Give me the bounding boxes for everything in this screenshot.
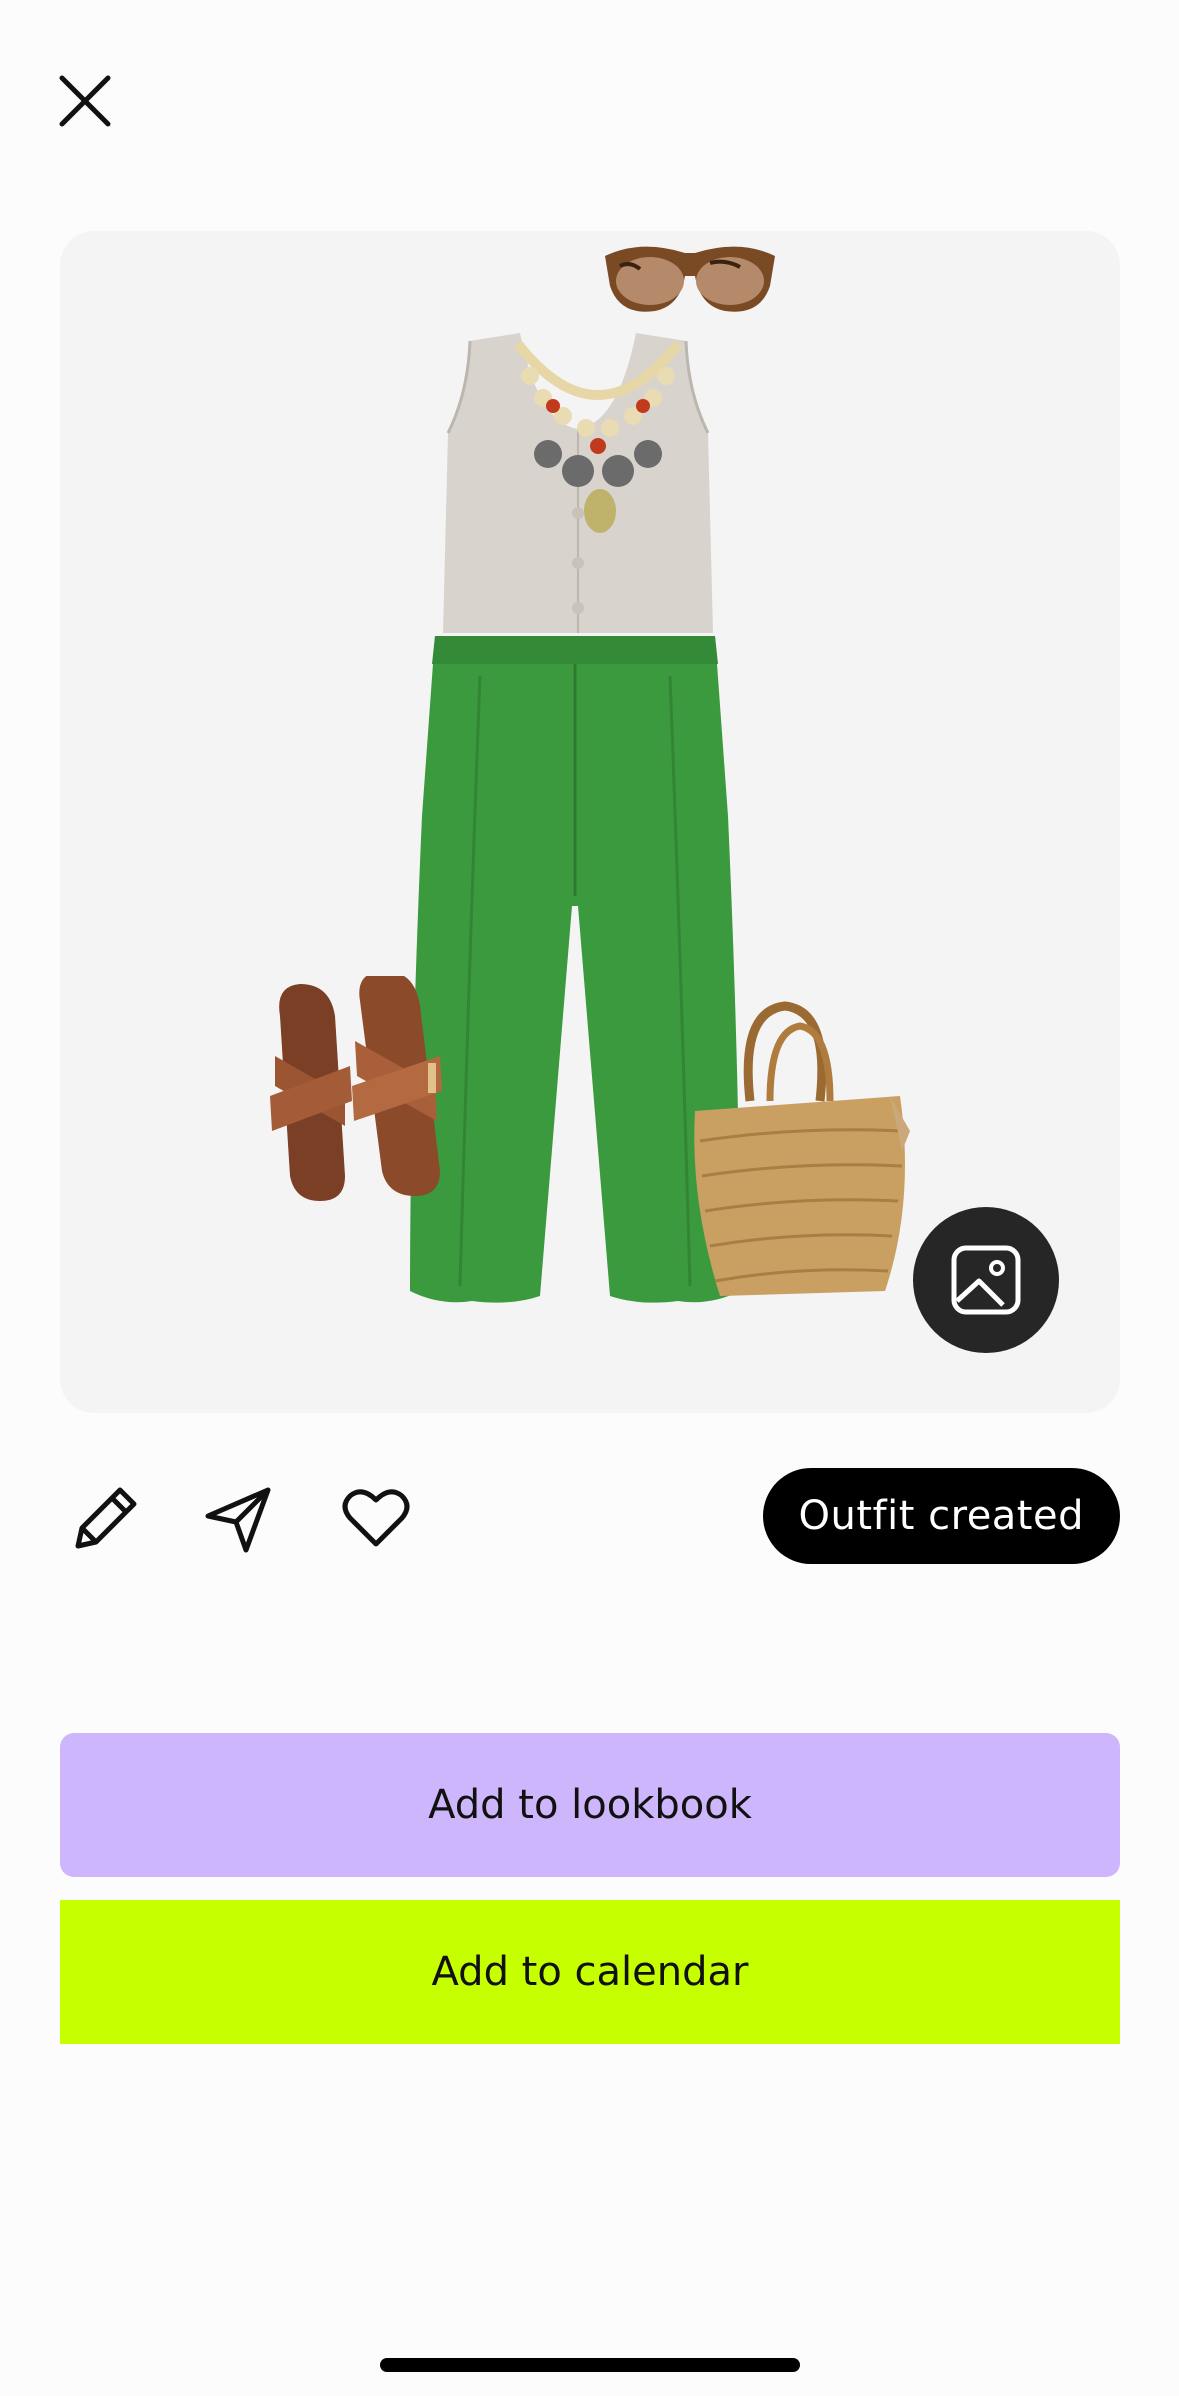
straw-tote-bag-item[interactable] xyxy=(690,1001,920,1301)
image-icon xyxy=(951,1245,1021,1315)
share-button[interactable] xyxy=(200,1480,276,1556)
add-photo-button[interactable] xyxy=(913,1207,1059,1353)
close-button[interactable] xyxy=(50,66,120,136)
necklace-item[interactable] xyxy=(508,336,688,541)
close-icon xyxy=(59,75,111,127)
add-to-calendar-button[interactable]: Add to calendar xyxy=(60,1900,1120,2044)
heart-icon xyxy=(342,1489,410,1547)
sunglasses-item[interactable] xyxy=(600,231,780,331)
favorite-button[interactable] xyxy=(338,1480,414,1556)
home-indicator xyxy=(380,2358,800,2372)
status-badge: Outfit created xyxy=(762,1468,1120,1564)
paper-plane-icon xyxy=(205,1487,271,1553)
add-to-lookbook-button[interactable]: Add to lookbook xyxy=(60,1733,1120,1877)
edit-button[interactable] xyxy=(68,1480,144,1556)
sandals-item[interactable] xyxy=(260,976,460,1211)
pencil-icon xyxy=(75,1487,137,1549)
outfit-actions-row: Outfit created xyxy=(60,1460,1120,1570)
